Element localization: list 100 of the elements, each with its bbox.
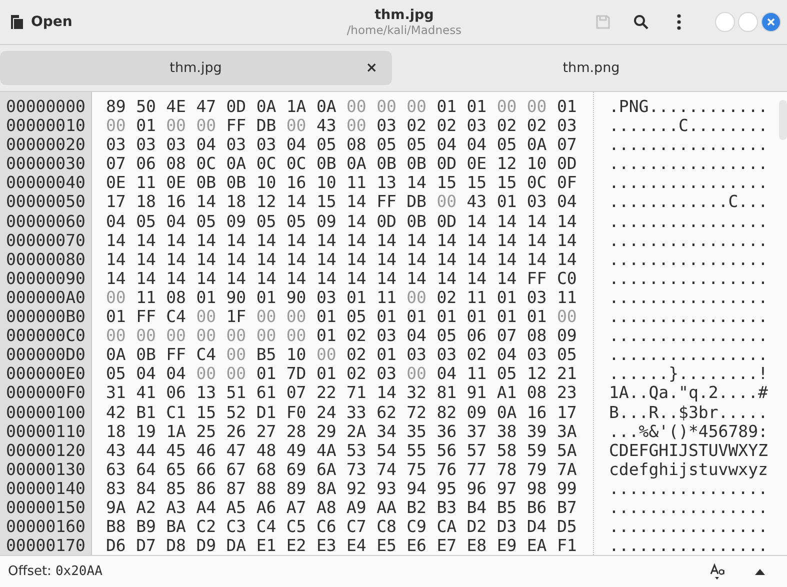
hex-byte: A8 [316,498,336,518]
hex-byte: 06 [136,154,156,174]
hex-byte: 12 [256,192,276,212]
tab[interactable]: thm.jpg × [0,51,392,85]
hex-byte: 12 [496,154,517,174]
hex-byte: 0E [106,173,126,192]
ascii-text: ...%&'()*456789: [609,422,769,441]
hex-byte: 22 [316,383,336,402]
hex-byte: 4A [316,440,336,460]
hex-byte: 14 [196,192,216,212]
hex-byte: 17 [106,192,126,212]
offset-label: 00000110 [6,422,86,441]
hex-byte: AA [376,498,396,518]
offset-label: 00000040 [6,173,86,192]
hex-byte: 36 [436,422,457,441]
hex-byte: 3A [556,422,577,441]
offset-label: 000000B0 [6,307,86,326]
hex-byte: 43 [316,116,336,136]
hex-byte: 19 [136,422,156,441]
hex-byte: 0A [226,154,246,174]
hex-byte: 5A [556,440,577,460]
hex-byte: 14 [526,212,547,231]
ascii-text: ................ [609,345,769,364]
hex-byte: 53 [346,440,366,460]
hex-byte: 14 [286,268,306,288]
hex-byte: 01 [256,364,276,384]
ascii-text: ................ [609,326,769,346]
hex-byte: 16 [286,173,306,192]
hex-byte: 14 [166,230,186,250]
hex-byte: 82 [436,402,457,422]
ascii-text: ................ [609,250,769,269]
hex-byte: 39 [526,422,547,441]
hex-byte: 05 [376,135,396,154]
hex-byte: B5 [256,345,276,364]
hex-byte: 17 [556,402,577,422]
hex-byte: 03 [316,288,336,308]
hex-byte: 0B [316,154,336,174]
open-button[interactable]: Open [8,10,74,34]
hex-byte: 0D [436,212,457,231]
hex-byte: 01 [436,97,457,116]
hex-byte: 43 [106,440,126,460]
hex-byte: 03 [136,135,156,154]
hex-byte: 00 [136,326,156,346]
hex-byte: 14 [166,250,186,269]
hex-byte: 01 [136,116,156,136]
offset-label: 00000120 [6,440,86,460]
hex-byte: 14 [166,268,186,288]
hex-byte: 14 [136,250,156,269]
hex-byte: 01 [256,288,276,308]
tab[interactable]: thm.png [396,51,787,85]
hex-byte: 1A [166,422,186,441]
hex-byte: 00 [196,307,216,326]
hex-byte: 14 [316,268,336,288]
hex-byte: 14 [436,250,457,269]
hex-byte: 21 [556,364,577,384]
hex-byte: 14 [346,250,366,269]
hex-byte: 05 [556,345,577,364]
hex-byte: 64 [136,460,156,479]
hex-byte: 0A [316,97,336,116]
hex-byte: 05 [196,212,216,231]
hex-byte: 00 [556,307,577,326]
hex-byte: 14 [106,250,126,269]
hex-byte: 05 [436,326,457,346]
hex-byte: 00 [256,326,276,346]
hex-byte: 0E [166,173,186,192]
hex-byte: 04 [466,135,487,154]
document-icon [10,14,24,30]
hex-byte: 98 [526,478,547,498]
hex-byte: 07 [106,154,126,174]
offset-label: 00000060 [6,212,86,231]
hex-byte: 14 [406,230,426,250]
hex-byte: 14 [526,230,547,250]
hex-byte: E3 [316,536,336,555]
hex-byte: 07 [286,383,306,402]
close-tab-button[interactable]: × [360,59,384,77]
hex-byte: 00 [226,364,246,384]
hex-byte: 01 [376,345,396,364]
hex-byte: 10 [256,173,276,192]
hex-byte: 14 [196,250,216,269]
hex-byte: 00 [106,116,126,136]
hex-byte: D3 [496,517,517,536]
ascii-text: ................ [609,288,769,308]
hex-byte: FF [526,268,547,288]
hex-byte: 0E [466,154,487,174]
hex-byte: 00 [496,97,517,116]
hex-byte: 04 [196,135,216,154]
hex-byte: 86 [196,478,216,498]
hex-byte: 68 [256,460,276,479]
hex-byte: C9 [406,517,426,536]
hex-byte: 00 [196,364,216,384]
hex-byte: 57 [466,440,487,460]
hex-byte: 00 [226,326,246,346]
hex-byte: 01 [376,307,396,326]
offset-label: 00000050 [6,192,86,212]
hex-byte: A2 [136,498,156,518]
close-button[interactable] [761,12,781,32]
hex-byte: 04 [286,135,306,154]
offset-label: 00000150 [6,498,86,518]
hex-byte: 04 [166,212,186,231]
ascii-text: .......C........ [609,116,769,136]
